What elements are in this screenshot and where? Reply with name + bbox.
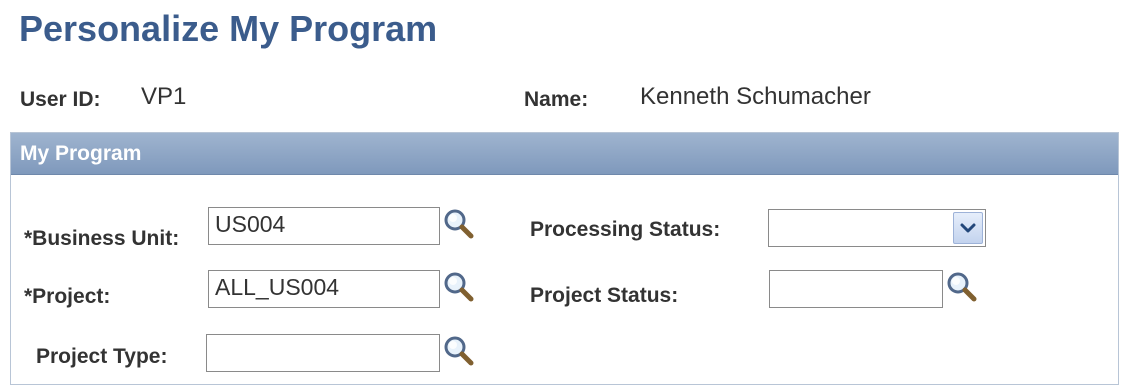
user-id-label: User ID:: [20, 88, 101, 111]
group-header: My Program: [11, 133, 1118, 175]
processing-status-select[interactable]: [768, 209, 986, 247]
business-unit-label: *Business Unit:: [24, 227, 180, 250]
my-program-group: My Program: [10, 132, 1119, 385]
group-title: My Program: [20, 142, 142, 165]
project-lookup-icon[interactable]: [442, 270, 476, 304]
name-value: Kenneth Schumacher: [640, 83, 871, 110]
user-id-value: VP1: [141, 83, 187, 110]
project-status-label: Project Status:: [530, 284, 679, 307]
name-label: Name:: [524, 88, 589, 111]
project-status-input[interactable]: [769, 270, 943, 308]
processing-status-dropdown-button[interactable]: [953, 212, 983, 244]
page-title: Personalize My Program: [19, 8, 438, 49]
project-status-lookup-icon[interactable]: [945, 270, 979, 304]
project-input[interactable]: ALL_US004: [208, 270, 440, 308]
business-unit-input[interactable]: US004: [208, 207, 440, 245]
project-type-lookup-icon[interactable]: [442, 334, 476, 368]
project-type-label: Project Type:: [36, 345, 168, 368]
personalize-my-program-page: Personalize My Program User ID: VP1 Name…: [0, 0, 1128, 391]
business-unit-lookup-icon[interactable]: [442, 207, 476, 241]
project-type-input[interactable]: [206, 334, 440, 372]
project-label: *Project:: [24, 285, 111, 308]
chevron-down-icon: [960, 223, 976, 233]
processing-status-label: Processing Status:: [530, 218, 721, 241]
